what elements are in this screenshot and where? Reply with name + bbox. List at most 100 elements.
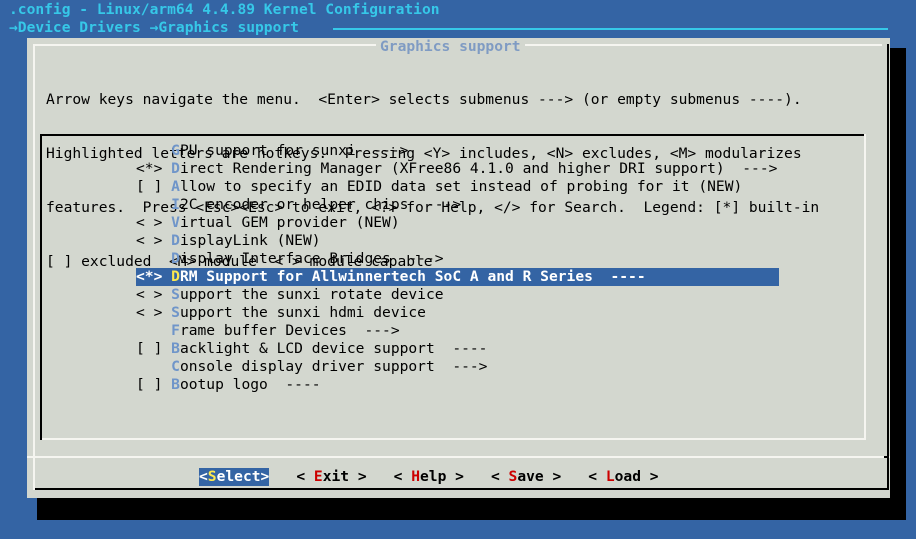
load-button[interactable]: < Load > [588,468,658,486]
button-hotkey: S [508,468,518,485]
menu-item-hotkey: B [171,376,180,393]
menu-item-label: isplayLink (NEW) [179,232,321,249]
dialog-border [887,44,889,490]
menu-box: GPU support for sunxi ---> <*> Direct Ren… [40,134,866,440]
menu-item-state[interactable] [136,322,171,339]
menu-item-label: rame buffer Devices ---> [179,322,400,339]
help-button[interactable]: < Help > [394,468,464,486]
button-bracket: < [490,468,509,485]
button-bracket: > [543,468,562,485]
button-bracket: > [349,468,367,485]
button-bracket: < [199,468,208,485]
menu-item[interactable]: <*> Direct Rendering Manager (XFree86 4.… [136,160,779,178]
button-bracket: < [588,468,606,485]
menu-item[interactable]: [ ] Allow to specify an EDID data set in… [136,178,779,196]
menu-item-hotkey: A [171,178,180,195]
menu-border [40,134,864,136]
menu-item-hotkey: S [171,304,180,321]
breadcrumb-divider [333,28,888,30]
menu-item[interactable]: < > DisplayLink (NEW) [136,232,779,250]
menu-item-state[interactable]: < > [136,214,171,231]
dialog-border [525,44,882,46]
menu-item[interactable]: I2C encoder or helper chips ---> [136,196,779,214]
menu-item-label: RM Support for Allwinnertech SoC A and R… [179,268,646,285]
menu-item-label: onsole display driver support ---> [179,358,488,375]
button-label: elect [216,468,261,485]
menu-item-hotkey: S [171,286,180,303]
help-line: Arrow keys navigate the menu. <Enter> se… [46,91,802,108]
menu-list: GPU support for sunxi ---> <*> Direct Ren… [136,142,780,394]
menu-item-hotkey: D [171,160,180,177]
menu-item-state[interactable]: [ ] [136,376,171,393]
menu-item[interactable]: <*> DRM Support for Allwinnertech SoC A … [136,268,780,286]
menu-item-label: irtual GEM provider (NEW) [179,214,400,231]
menu-item[interactable]: Frame buffer Devices ---> [136,322,779,340]
menu-item-label: acklight & LCD device support ---- [179,340,488,357]
menu-item[interactable]: Display Interface Bridges ---> [136,250,779,268]
button-label: oad [614,468,641,485]
menu-border [42,438,866,440]
menu-item-label: upport the sunxi hdmi device [179,304,426,321]
menu-item-label: llow to specify an EDID data set instead… [179,178,743,195]
menu-item-hotkey: D [171,232,180,249]
menu-item-hotkey: G [171,142,180,159]
menu-item-state[interactable]: <*> [136,268,171,285]
menu-item-state[interactable]: < > [136,232,171,249]
menu-item-label: ootup logo ---- [179,376,321,393]
menu-item-hotkey: V [171,214,180,231]
menu-item-state[interactable]: [ ] [136,340,171,357]
menu-item-state[interactable] [136,196,171,213]
button-bracket: > [446,468,464,485]
menu-item-label: upport the sunxi rotate device [179,286,444,303]
menu-item[interactable]: < > Support the sunxi hdmi device [136,304,779,322]
menu-item[interactable]: Console display driver support ---> [136,358,779,376]
button-hotkey: E [313,468,323,485]
menu-item-hotkey: C [171,358,180,375]
menu-border [40,134,42,440]
dialog-title: Graphics support [376,38,525,55]
select-button[interactable]: <Select> [199,468,270,486]
menu-item[interactable]: [ ] Backlight & LCD device support ---- [136,340,779,358]
menu-item-state[interactable]: < > [136,304,171,321]
window-title: .config - Linux/arm64 4.4.89 Kernel Conf… [9,1,440,18]
menu-item-hotkey: I [171,196,180,213]
menu-item-state[interactable] [136,250,171,267]
breadcrumb: →Device Drivers →Graphics support [9,19,299,36]
button-bar: <Select> < Exit > < Help > < Save > < Load > [199,468,686,486]
menu-item-state[interactable]: <*> [136,160,171,177]
dialog-border [35,488,889,490]
button-hotkey: S [207,468,217,485]
dialog-border [33,44,384,46]
menu-item-label: isplay Interface Bridges ---> [179,250,444,267]
button-label: elp [420,468,447,485]
menu-item-state[interactable] [136,142,171,159]
button-bracket: < [393,468,412,485]
menu-item-state[interactable]: < > [136,286,171,303]
menu-item-state[interactable]: [ ] [136,178,171,195]
dialog: Graphics support Arrow keys navigate the… [27,38,890,498]
menu-item-hotkey: B [171,340,180,357]
button-bracket: < [296,468,314,485]
dialog-border [33,44,35,490]
button-label: xit [322,468,350,485]
menu-item-label: 2C encoder or helper chips ---> [179,196,462,213]
menu-item-hotkey: D [171,250,180,267]
button-separator [27,456,890,458]
button-bracket: > [641,468,659,485]
button-bracket: > [260,468,270,485]
button-hotkey: H [411,468,421,485]
button-separator [884,456,889,458]
exit-button[interactable]: < Exit > [296,468,366,486]
button-hotkey: L [605,468,615,485]
save-button[interactable]: < Save > [491,468,561,486]
menu-item[interactable]: [ ] Bootup logo ---- [136,376,779,394]
menu-item[interactable]: < > Virtual GEM provider (NEW) [136,214,779,232]
menu-item[interactable]: GPU support for sunxi ---> [136,142,779,160]
menu-item-hotkey: F [171,322,180,339]
menu-item-label: PU support for sunxi ---> [179,142,409,159]
menu-item[interactable]: < > Support the sunxi rotate device [136,286,779,304]
menu-item-label: irect Rendering Manager (XFree86 4.1.0 a… [179,160,778,177]
menu-border [864,134,866,440]
button-label: ave [517,468,544,485]
menu-item-state[interactable] [136,358,171,375]
